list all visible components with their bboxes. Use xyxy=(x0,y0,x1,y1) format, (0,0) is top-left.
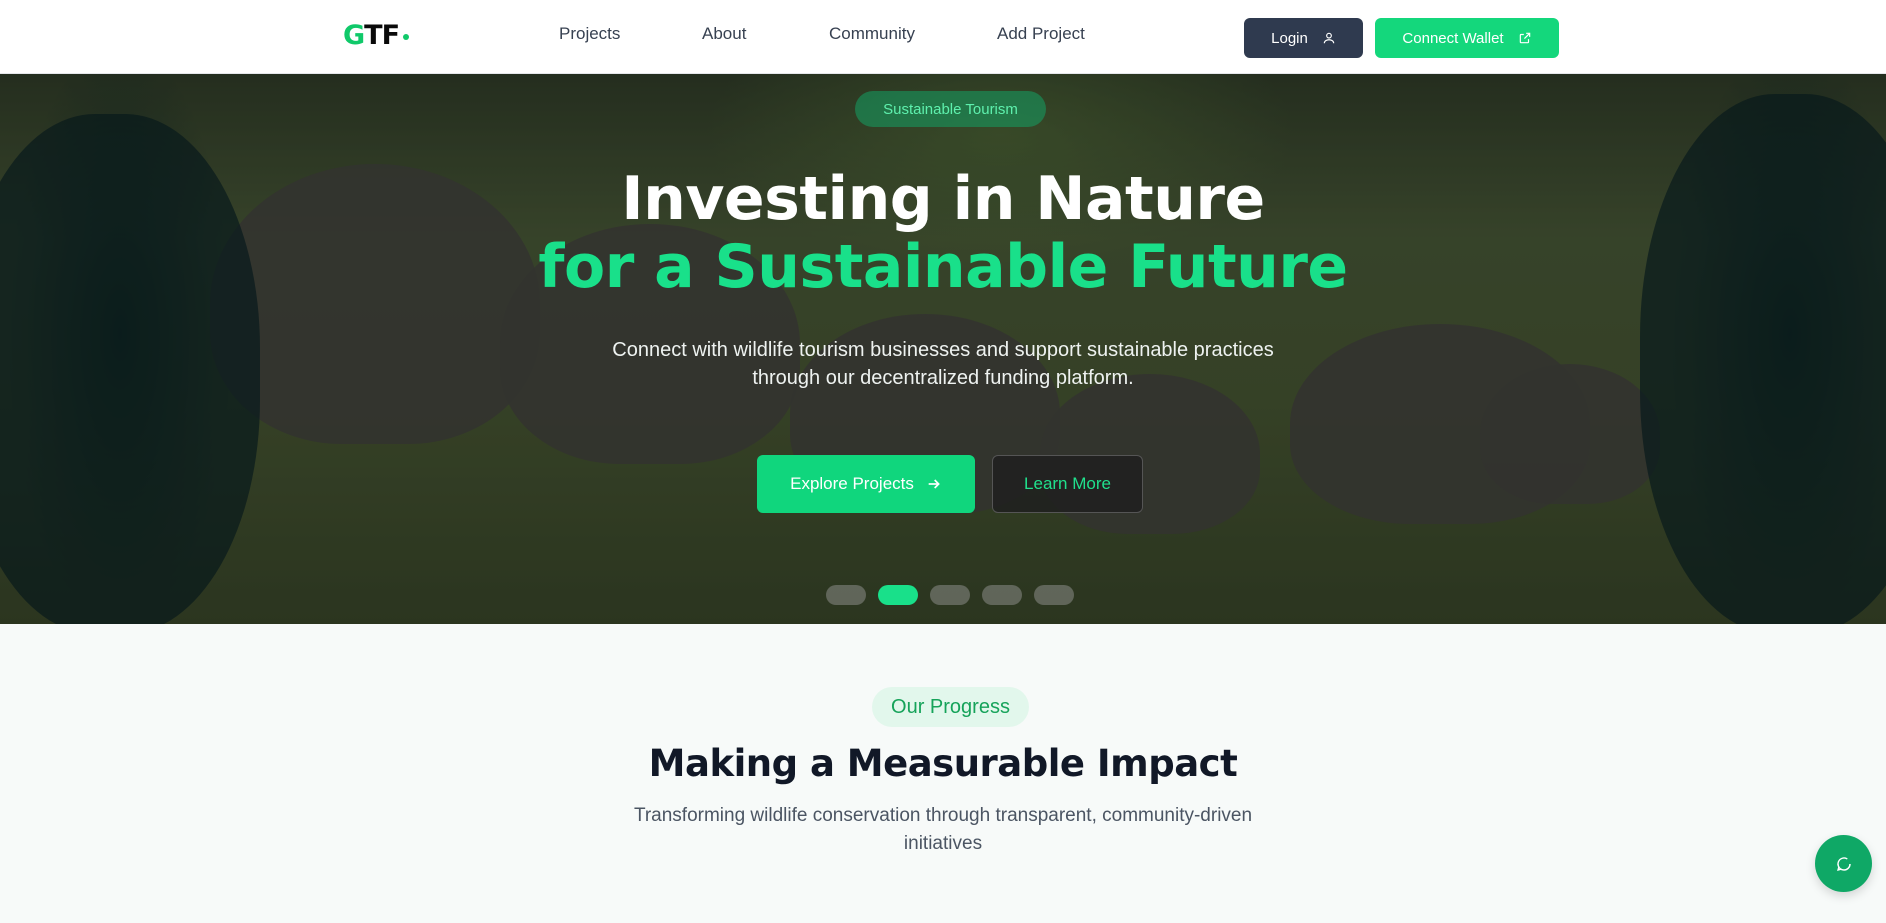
explore-projects-button[interactable]: Explore Projects xyxy=(757,455,975,513)
chat-icon xyxy=(1836,856,1851,871)
hero-subtitle: Connect with wildlife tourism businesses… xyxy=(612,339,1274,389)
hero-content: Sustainable Tourism Investing in Nature … xyxy=(0,74,1886,624)
hero-section: Sustainable Tourism Investing in Nature … xyxy=(0,74,1886,624)
nav-link-projects[interactable]: Projects xyxy=(559,24,620,44)
hero-tag: Sustainable Tourism xyxy=(855,91,1046,127)
top-navbar: G TF Projects About Community Add Project… xyxy=(0,0,1886,74)
connect-wallet-label: Connect Wallet xyxy=(1402,29,1504,47)
carousel-dot-2-active[interactable] xyxy=(878,585,918,605)
learn-more-button[interactable]: Learn More xyxy=(992,455,1143,513)
nav-link-about[interactable]: About xyxy=(702,24,746,44)
gtf-logo[interactable]: G TF xyxy=(343,20,410,51)
progress-section: Our Progress Making a Measurable Impact … xyxy=(0,624,1886,923)
carousel-dot-4[interactable] xyxy=(982,585,1022,605)
arrow-right-icon xyxy=(928,479,940,489)
carousel-dot-1[interactable] xyxy=(826,585,866,605)
login-label: Login xyxy=(1271,29,1308,47)
progress-pill: Our Progress xyxy=(872,687,1029,727)
hero-title-line2: for a Sustainable Future xyxy=(538,232,1348,302)
nav-link-add-project[interactable]: Add Project xyxy=(997,24,1085,44)
external-link-icon xyxy=(1519,32,1530,44)
login-button[interactable]: Login xyxy=(1244,18,1363,58)
chat-button[interactable] xyxy=(1815,835,1872,892)
explore-projects-label: Explore Projects xyxy=(790,474,914,493)
carousel-indicators xyxy=(826,585,1074,605)
logo-dot xyxy=(403,33,410,40)
connect-wallet-button[interactable]: Connect Wallet xyxy=(1375,18,1559,58)
logo-letter-g: G xyxy=(343,20,365,51)
progress-subtitle: Transforming wildlife conservation throu… xyxy=(633,805,1253,854)
carousel-dot-5[interactable] xyxy=(1034,585,1074,605)
carousel-dot-3[interactable] xyxy=(930,585,970,605)
logo-letters: TF xyxy=(364,20,400,51)
nav-link-community[interactable]: Community xyxy=(829,24,915,44)
hero-title-line1: Investing in Nature xyxy=(621,164,1265,234)
user-icon xyxy=(1323,32,1335,44)
progress-title: Making a Measurable Impact xyxy=(648,742,1238,785)
